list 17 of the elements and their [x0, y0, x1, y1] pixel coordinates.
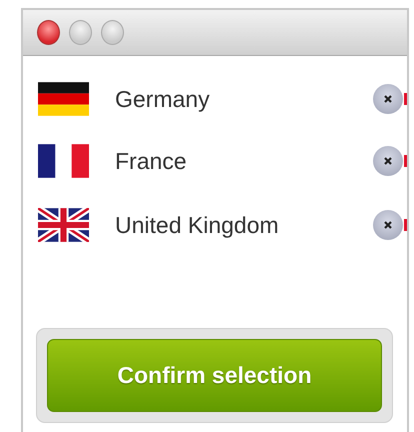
close-icon — [383, 94, 393, 104]
flag-icon — [38, 82, 89, 116]
close-button[interactable] — [37, 20, 60, 45]
close-icon — [383, 220, 393, 230]
country-name: United Kingdom — [115, 212, 280, 238]
remove-button[interactable] — [373, 146, 403, 176]
flag-icon — [38, 144, 89, 178]
close-icon — [383, 156, 393, 166]
country-name: France — [115, 148, 188, 174]
edge-mark — [404, 219, 407, 231]
flag-icon — [38, 208, 89, 242]
edge-mark — [404, 155, 407, 167]
country-name: Germany — [115, 86, 211, 112]
edge-mark — [404, 93, 407, 105]
confirm-button[interactable]: Confirm selection — [47, 339, 382, 412]
remove-button[interactable] — [373, 84, 403, 114]
remove-button[interactable] — [373, 210, 403, 240]
